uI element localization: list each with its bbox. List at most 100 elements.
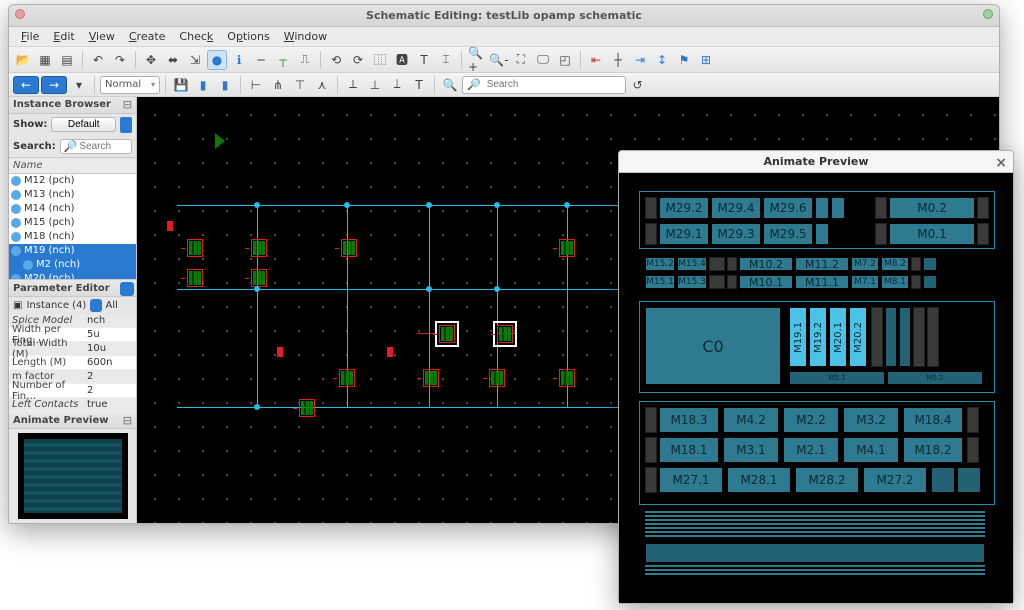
tree-row[interactable]: M12 (pch) [9,174,136,188]
distribute-icon[interactable]: ⊞ [696,50,716,70]
tree-row[interactable]: M14 (nch) [9,202,136,216]
toolbar-search[interactable]: 🔎 [462,76,626,94]
net-icon[interactable]: ┬ [273,50,293,70]
param-editor-title: Parameter Editor [13,283,110,294]
label-icon[interactable]: ⌶ [436,50,456,70]
save3-icon[interactable]: ▮ [215,75,235,95]
tab-all-label[interactable]: All [106,300,118,311]
zoom-out-icon[interactable]: 🔍- [489,50,509,70]
nav-fwd-button[interactable]: → [41,76,67,94]
drop-icon[interactable]: ▾ [69,75,89,95]
text-icon[interactable]: T [414,50,434,70]
tree4-icon[interactable]: ⋏ [312,75,332,95]
align-r-icon[interactable]: ⇥ [630,50,650,70]
menu-edit[interactable]: Edit [47,28,80,45]
collapse-icon[interactable]: ⊟ [123,98,132,111]
tab-instance-knob[interactable] [90,299,101,312]
tree-row[interactable]: M13 (nch) [9,188,136,202]
default-button[interactable]: Default [51,117,116,132]
short2-icon[interactable]: ⊥ [365,75,385,95]
menu-file[interactable]: File [15,28,45,45]
open-icon[interactable]: 📂 [13,50,33,70]
tree-row[interactable]: M15 (pch) [9,216,136,230]
window-controls-right[interactable] [983,9,993,19]
instance-browser-header[interactable]: Instance Browser ⊟ [9,97,136,114]
preview-titlebar: Animate Preview × [619,151,1013,173]
menu-window[interactable]: Window [278,28,333,45]
tree-row[interactable]: M19 (nch) [9,244,136,258]
save-icon[interactable]: 💾 [171,75,191,95]
clear-icon[interactable]: ↺ [628,75,648,95]
preview-window: Animate Preview × M29.2 M29.4 M29.6 M0.2… [618,150,1014,604]
animate-preview-header[interactable]: Animate Preview ⊟ [9,412,136,429]
zoom-area-icon[interactable]: ◰ [555,50,575,70]
param-row[interactable]: Total Width (M)10u [9,342,136,356]
tree-col-header[interactable]: Name [9,157,136,174]
pan-icon[interactable]: ⬌ [163,50,183,70]
flag-icon[interactable]: ⚑ [674,50,694,70]
an-icon[interactable]: 🅰 [392,50,412,70]
tree-row[interactable]: M20 (nch) [9,272,136,280]
tree-row[interactable]: M18 (nch) [9,230,136,244]
short1-icon[interactable]: ⟂ [343,75,363,95]
menu-options[interactable]: Options [221,28,275,45]
nav-back-button[interactable]: ← [13,76,39,94]
zoom-fit-icon[interactable]: ⛶ [511,50,531,70]
panel-knob[interactable] [120,282,134,296]
menu-view[interactable]: View [83,28,121,45]
rotate-ccw-icon[interactable]: ⟲ [326,50,346,70]
redo-icon[interactable]: ↷ [110,50,130,70]
array-icon[interactable]: ⿲ [370,50,390,70]
node-icon[interactable]: ● [207,50,227,70]
save2-icon[interactable]: ▮ [193,75,213,95]
menu-check[interactable]: Check [173,28,219,45]
monitor-icon[interactable]: 🖵 [533,50,553,70]
device-m20[interactable] [495,323,515,345]
instance-tree[interactable]: M12 (pch)M13 (nch)M14 (nch)M15 (pch)M18 … [9,174,136,280]
menu-create[interactable]: Create [123,28,172,45]
info-icon[interactable]: ℹ [229,50,249,70]
mode-select[interactable]: Normal ▾ [100,76,160,94]
find-icon[interactable]: 🔍 [440,75,460,95]
sidebar-search-input[interactable] [77,140,128,153]
short3-icon[interactable]: ⟘ [387,75,407,95]
zoom-in-icon[interactable]: 🔍+ [467,50,487,70]
tab-instance-label[interactable]: Instance (4) [26,300,86,311]
align-v-icon[interactable]: ↕ [652,50,672,70]
resize-icon[interactable]: ⇲ [185,50,205,70]
preview-title: Animate Preview [763,155,868,168]
short4-icon[interactable]: T [409,75,429,95]
param-row[interactable]: Length (M)600n [9,356,136,370]
device-m19[interactable] [437,323,457,345]
undo-icon[interactable]: ↶ [88,50,108,70]
param-row[interactable]: Number of Fin…2 [9,384,136,398]
window-controls-left[interactable] [15,9,25,19]
tree3-icon[interactable]: ⊤ [290,75,310,95]
show-toggle[interactable] [120,117,132,133]
param-editor-header[interactable]: Parameter Editor ⊟ [9,280,136,297]
align-l-icon[interactable]: ⇤ [586,50,606,70]
tab-icon: ▣ [13,300,22,311]
wire-icon[interactable]: ─ [251,50,271,70]
align-c-icon[interactable]: ┼ [608,50,628,70]
toolbar-search-input[interactable] [485,78,621,91]
param-row[interactable]: Left Contactstrue [9,398,136,412]
tree1-icon[interactable]: ⊢ [246,75,266,95]
pin-icon[interactable]: ⎍ [295,50,315,70]
param-rows: Spice ModelnchWidth per Fing…5uTotal Wid… [9,314,136,412]
preview-thumbnail[interactable] [9,429,136,523]
move-icon[interactable]: ✥ [141,50,161,70]
toolbar-1: 📂 ▦ ▤ ↶ ↷ ✥ ⬌ ⇲ ● ℹ ─ ┬ ⎍ ⟲ ⟳ ⿲ 🅰 T ⌶ 🔍+… [9,47,999,73]
sidebar-search[interactable]: 🔎 [60,139,132,154]
tree-row[interactable]: M2 (nch) [9,258,136,272]
tree2-icon[interactable]: ⋔ [268,75,288,95]
rotate-cw-icon[interactable]: ⟳ [348,50,368,70]
grid-icon[interactable]: ▦ [35,50,55,70]
window-title: Schematic Editing: testLib opamp schemat… [366,9,642,22]
instance-browser-title: Instance Browser [13,99,111,110]
close-icon[interactable]: × [995,155,1007,171]
collapse-icon[interactable]: ⊟ [123,414,132,427]
new-icon[interactable]: ▤ [57,50,77,70]
preview-body[interactable]: M29.2 M29.4 M29.6 M0.2 M29.1 M29.3 M29.5… [619,173,1013,603]
toolbar-2: ← → ▾ Normal ▾ 💾 ▮ ▮ ⊢ ⋔ ⊤ ⋏ ⟂ ⊥ ⟘ T 🔍 🔎… [9,73,999,97]
